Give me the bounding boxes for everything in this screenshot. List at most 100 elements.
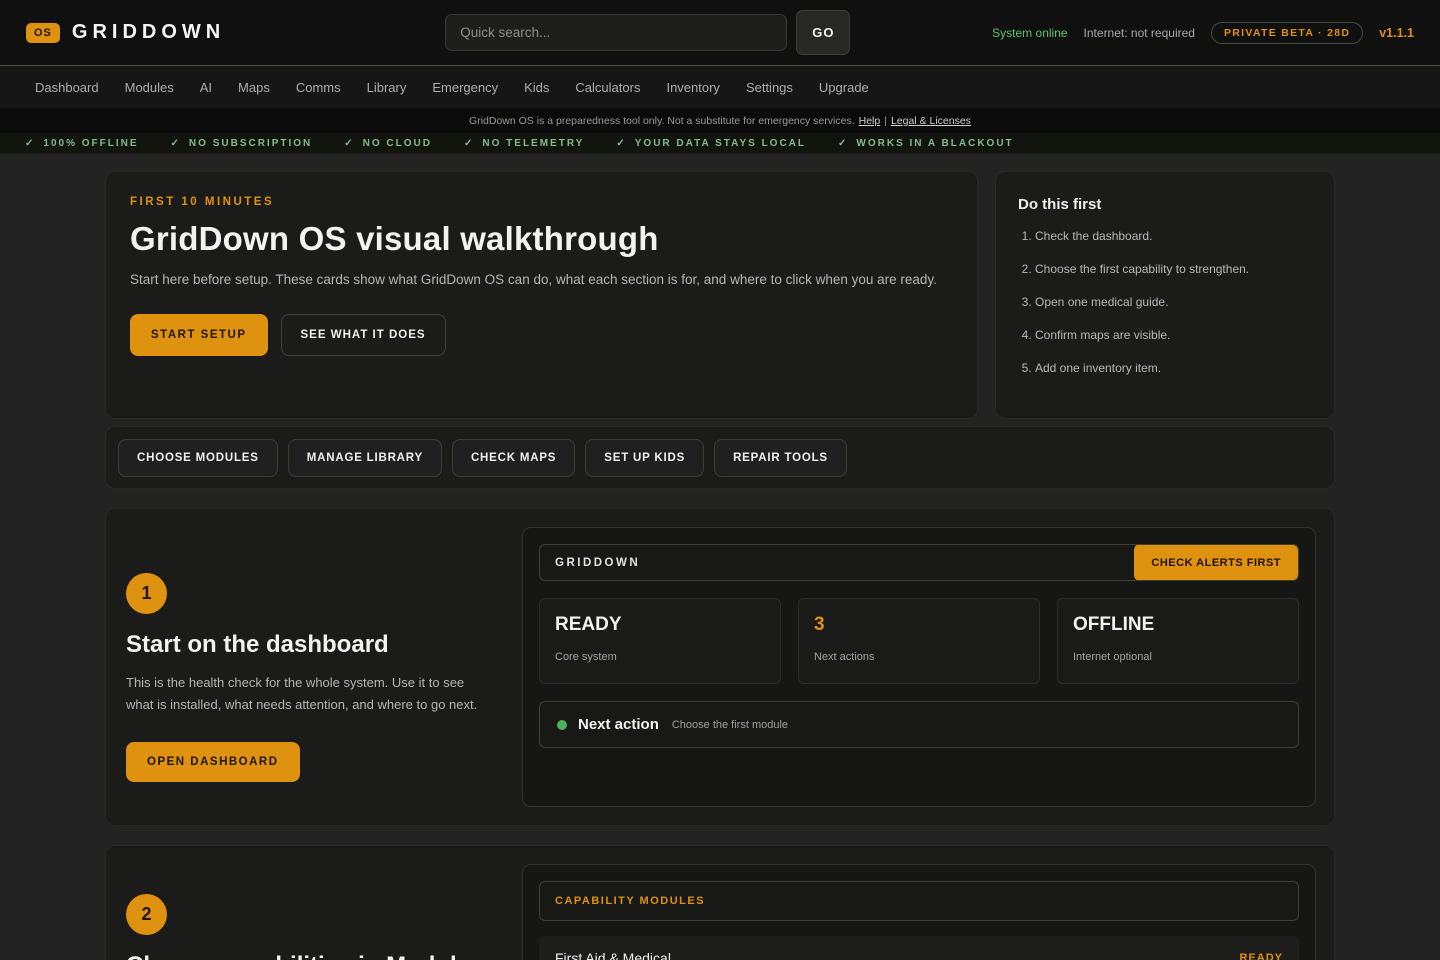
check-icon: ✓ [464,138,474,149]
check-alerts-first-button[interactable]: CHECK ALERTS FIRST [1134,544,1298,581]
nav-item-library[interactable]: Library [367,80,407,95]
search-area: GO [445,10,850,55]
check-icon: ✓ [25,138,35,149]
step-2-section: 2 Choose capabilities in Modules CAPABIL… [105,845,1335,960]
list-item: Confirm maps are visible. [1035,328,1312,342]
help-link[interactable]: Help [859,115,881,127]
feature-offline: ✓ 100% OFFLINE [25,138,139,149]
preview-titlebar: GRIDDOWN CHECK ALERTS FIRST [539,544,1299,581]
do-this-first-title: Do this first [1018,196,1312,213]
feature-no-telemetry: ✓ NO TELEMETRY [464,138,584,149]
check-icon: ✓ [616,138,626,149]
feature-strip: ✓ 100% OFFLINE ✓ NO SUBSCRIPTION ✓ NO CL… [0,133,1440,154]
disclaimer-text: GridDown OS is a preparedness tool only.… [469,115,855,127]
see-what-it-does-button[interactable]: SEE WHAT IT DOES [281,314,446,356]
internet-status: Internet: not required [1084,26,1195,40]
manage-library-button[interactable]: MANAGE LIBRARY [288,439,442,477]
nav-item-dashboard[interactable]: Dashboard [35,80,99,95]
choose-modules-button[interactable]: CHOOSE MODULES [118,439,278,477]
nav-item-emergency[interactable]: Emergency [432,80,498,95]
next-action-bar: Next action Choose the first module [539,701,1299,748]
stat-core-system: READY Core system [539,598,781,684]
set-up-kids-button[interactable]: SET UP KIDS [585,439,704,477]
nav-item-upgrade[interactable]: Upgrade [819,80,869,95]
step-2-copy: 2 Choose capabilities in Modules [124,864,504,960]
preview-stats: READY Core system 3 Next actions OFFLINE… [539,598,1299,684]
page-title: GridDown OS visual walkthrough [130,220,953,258]
step-1-copy: 1 Start on the dashboard This is the hea… [124,527,504,807]
status-badge: READY [1239,952,1283,960]
os-logo-badge: OS [26,23,60,43]
quick-actions-bar: CHOOSE MODULES MANAGE LIBRARY CHECK MAPS… [105,426,1335,489]
feature-no-cloud: ✓ NO CLOUD [344,138,432,149]
modules-preview-panel: CAPABILITY MODULES First Aid & Medical R… [522,864,1316,960]
main-nav: Dashboard Modules AI Maps Comms Library … [0,65,1440,108]
stat-value: OFFLINE [1073,614,1283,636]
nav-item-kids[interactable]: Kids [524,80,549,95]
main-content: FIRST 10 MINUTES GridDown OS visual walk… [105,154,1335,960]
step-1-title: Start on the dashboard [126,631,504,659]
next-action-detail: Choose the first module [672,719,788,731]
nav-item-ai[interactable]: AI [200,80,212,95]
do-this-first-list: Check the dashboard. Choose the first ca… [1018,229,1312,375]
feature-no-subscription: ✓ NO SUBSCRIPTION [171,138,313,149]
stat-value: 3 [814,614,1024,636]
walkthrough-hero-card: FIRST 10 MINUTES GridDown OS visual walk… [105,171,978,419]
go-button[interactable]: GO [796,10,850,55]
stat-value: READY [555,614,765,636]
nav-item-maps[interactable]: Maps [238,80,270,95]
feature-label: 100% OFFLINE [43,138,138,149]
brand-name: GRIDDOWN [72,21,225,44]
check-maps-button[interactable]: CHECK MAPS [452,439,575,477]
preview-titlebar: CAPABILITY MODULES [539,881,1299,921]
brand: OS GRIDDOWN [26,21,225,44]
feature-label: YOUR DATA STAYS LOCAL [635,138,806,149]
stat-next-actions: 3 Next actions [798,598,1040,684]
repair-tools-button[interactable]: REPAIR TOOLS [714,439,847,477]
do-this-first-card: Do this first Check the dashboard. Choos… [995,171,1335,419]
start-setup-button[interactable]: START SETUP [130,314,268,356]
nav-item-settings[interactable]: Settings [746,80,793,95]
stat-offline: OFFLINE Internet optional [1057,598,1299,684]
nav-item-calculators[interactable]: Calculators [575,80,640,95]
app-root: OS GRIDDOWN GO System online Internet: n… [0,0,1440,960]
search-input[interactable] [445,14,787,51]
list-item: Add one inventory item. [1035,361,1312,375]
stat-label: Internet optional [1073,651,1283,663]
list-item: Check the dashboard. [1035,229,1312,243]
stat-label: Core system [555,651,765,663]
preview-title: GRIDDOWN [555,557,640,569]
nav-item-modules[interactable]: Modules [125,80,174,95]
check-icon: ✓ [171,138,181,149]
feature-label: NO TELEMETRY [482,138,584,149]
disclaimer-bar: GridDown OS is a preparedness tool only.… [0,108,1440,133]
check-icon: ✓ [838,138,848,149]
version-label: v1.1.1 [1379,26,1414,40]
hero-actions: START SETUP SEE WHAT IT DOES [130,314,953,356]
preview-title: CAPABILITY MODULES [555,895,705,907]
system-status: System online [992,26,1067,40]
step-1-description: This is the health check for the whole s… [126,672,491,716]
feature-label: WORKS IN A BLACKOUT [856,138,1013,149]
step-1-section: 1 Start on the dashboard This is the hea… [105,508,1335,826]
hero-description: Start here before setup. These cards sho… [130,272,953,287]
nav-item-inventory[interactable]: Inventory [666,80,719,95]
header-status-cluster: System online Internet: not required PRI… [992,22,1414,44]
check-icon: ✓ [344,138,354,149]
list-item: Choose the first capability to strengthe… [1035,262,1312,276]
nav-item-comms[interactable]: Comms [296,80,341,95]
legal-licenses-link[interactable]: Legal & Licenses [891,115,971,127]
disclaimer-separator: | [884,115,887,127]
stat-label: Next actions [814,651,1024,663]
top-header: OS GRIDDOWN GO System online Internet: n… [0,0,1440,65]
feature-label: NO SUBSCRIPTION [189,138,312,149]
next-action-label: Next action [578,716,659,733]
feature-blackout: ✓ WORKS IN A BLACKOUT [838,138,1014,149]
hero-eyebrow: FIRST 10 MINUTES [130,196,953,208]
step-2-title: Choose capabilities in Modules [126,952,504,960]
module-row-first-aid[interactable]: First Aid & Medical READY [539,936,1299,960]
open-dashboard-button[interactable]: OPEN DASHBOARD [126,742,300,782]
beta-badge: PRIVATE BETA · 28D [1211,22,1363,44]
list-item: Open one medical guide. [1035,295,1312,309]
feature-label: NO CLOUD [363,138,432,149]
